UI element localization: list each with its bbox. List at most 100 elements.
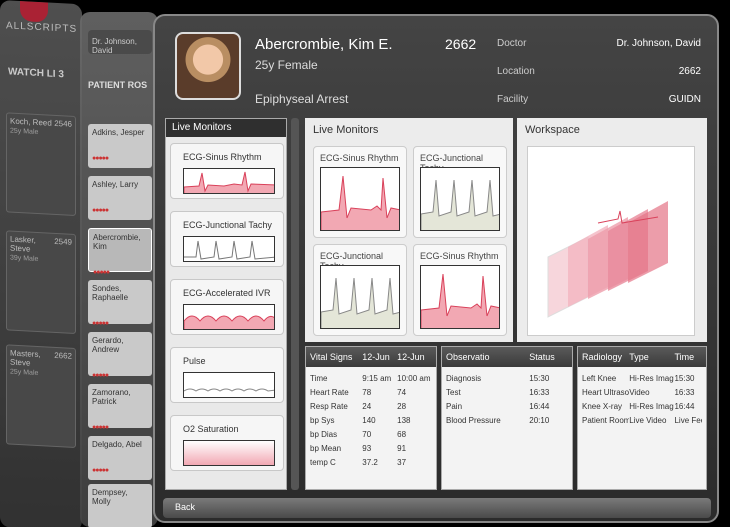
radiology-row[interactable]: Left Knee Hi-Res Image 15:30 (582, 371, 702, 385)
monitor-card[interactable]: ECG-Sinus Rhythm (313, 146, 407, 238)
status-dots-icon: ●●●●● (92, 372, 109, 379)
column-header: Radiology (582, 352, 623, 362)
vital-signs-cell: temp C (310, 457, 336, 467)
roster-card[interactable]: Gerardo, Andrew ●●●●● (88, 332, 152, 379)
monitor-item[interactable]: ECG-Sinus Rhythm (170, 143, 284, 199)
roster-name: Abercrombie, Kim (93, 233, 141, 251)
monitor-item[interactable]: ECG-Accelerated IVR (170, 279, 284, 335)
vital-signs-cell: 93 (362, 443, 372, 453)
monitor-list-scrollbar[interactable] (291, 118, 299, 490)
radiology-cell: Hi-Res Image (629, 401, 675, 411)
monitor-item[interactable]: ECG-Junctional Tachy (170, 211, 284, 267)
vital-signs-cell: 37.2 (362, 457, 378, 467)
observations-table: Observatio Status Diagnosis 15:30 Test 16:3… (441, 346, 573, 490)
roster-card[interactable]: Delgado, Abel ●●●●● (88, 436, 152, 480)
back-button[interactable]: Back (175, 502, 195, 512)
vital-signs-row[interactable]: Time 9:15 am 10:00 am (310, 371, 432, 385)
card-id: 2662 (54, 350, 72, 361)
monitor-item-label: O2 Saturation (183, 424, 239, 434)
watch-list-panel: ALLSCRIPTS WATCH LI 3 Koch, Reed 2546 25y… (0, 0, 82, 527)
vital-signs-row[interactable]: temp C 37.2 37 (310, 455, 432, 469)
radiology-row[interactable]: Heart Ultrasou Video 16:33 (582, 385, 702, 399)
status-dots-icon: ●●●●● (92, 320, 109, 327)
monitor-card-label: ECG-Sinus Rhythm (320, 153, 399, 163)
observation-row[interactable]: Test 16:33 (446, 385, 568, 399)
monitor-card[interactable]: ECG-Junctional Tachy (413, 146, 507, 238)
observations-header: Observatio Status (442, 347, 572, 367)
patient-photo (175, 32, 241, 100)
watch-list-card[interactable]: Lasker, Steve 2549 39y Male (6, 230, 76, 334)
monitor-item-label: ECG-Accelerated IVR (183, 288, 271, 298)
roster-name: Ashley, Larry (92, 180, 139, 189)
vital-signs-cell: 140 (362, 415, 376, 425)
vital-signs-row[interactable]: Resp Rate 24 28 (310, 399, 432, 413)
card-name: Koch, Reed (10, 116, 52, 128)
ecg-waveform-icon (420, 167, 500, 231)
info-label-location: Location (497, 66, 535, 77)
observation-row[interactable]: Blood Pressure 20:10 (446, 413, 568, 427)
roster-card[interactable]: Dempsey, Molly (88, 484, 152, 527)
observation-cell: 16:44 (529, 401, 550, 411)
info-label-facility: Facility (497, 94, 529, 105)
workspace-canvas[interactable] (527, 146, 695, 336)
roster-card[interactable]: Zamorano, Patrick ●●●●● (88, 384, 152, 431)
column-header: Observatio (446, 352, 490, 362)
patient-roster-title: PATIENT ROS (88, 80, 148, 90)
roster-card[interactable]: Ashley, Larry ●●●●● (88, 176, 152, 220)
monitor-item-label: Pulse (183, 356, 206, 366)
radiology-row[interactable]: Knee X-ray Hi-Res Image 16:44 (582, 399, 702, 413)
vital-signs-cell: Resp Rate (310, 401, 348, 411)
observation-row[interactable]: Diagnosis 15:30 (446, 371, 568, 385)
patient-id: 2662 (445, 36, 477, 52)
vital-signs-cell: 68 (397, 429, 407, 439)
vital-signs-header: Vital Signs 12-Jun 12-Jun (306, 347, 436, 367)
patient-age-sex: 25y Female (255, 58, 318, 72)
watch-list-card[interactable]: Koch, Reed 2546 25y Male (6, 112, 76, 216)
ecg-waveform-icon (320, 265, 400, 329)
monitor-card[interactable]: ECG-Sinus Rhythm (413, 244, 507, 336)
radiology-cell: Video (629, 387, 650, 397)
radiology-cell: Left Knee (582, 373, 617, 383)
vital-signs-cell: 91 (397, 443, 407, 453)
watch-list-card[interactable]: Masters, Steve 2662 25y Male (6, 344, 76, 448)
vital-signs-row[interactable]: bp Sys 140 138 (310, 413, 432, 427)
vital-signs-row[interactable]: bp Dias 70 68 (310, 427, 432, 441)
roster-card-selected[interactable]: Abercrombie, Kim ●●●●● (88, 228, 152, 276)
observation-cell: 15:30 (529, 373, 550, 383)
observation-cell: Blood Pressure (446, 415, 501, 425)
roster-name: Gerardo, Andrew (92, 336, 124, 354)
workspace-panel: Workspace (517, 118, 707, 342)
observation-row[interactable]: Pain 16:44 (446, 399, 568, 413)
ecg-waveform-icon (183, 236, 275, 262)
vital-signs-row[interactable]: Heart Rate 78 74 (310, 385, 432, 399)
card-id: 2549 (54, 236, 72, 247)
watch-list-title: WATCH LI 3 (8, 66, 64, 81)
column-header: Vital Signs (310, 352, 353, 362)
vital-signs-cell: bp Dias (310, 429, 338, 439)
ecg-waveform-icon (183, 168, 275, 194)
vital-signs-table: Vital Signs 12-Jun 12-Jun Time 9:15 am 10:… (305, 346, 437, 490)
roster-card[interactable]: Adkins, Jesper ●●●●● (88, 124, 152, 168)
column-header: 12-Jun (362, 352, 390, 362)
monitor-card[interactable]: ECG-Junctional Tachy (313, 244, 407, 336)
stacked-waveforms-icon (547, 201, 668, 318)
vital-signs-cell: 9:15 am (362, 373, 392, 383)
vital-signs-row[interactable]: bp Mean 93 91 (310, 441, 432, 455)
card-sub: 25y Male (10, 127, 39, 137)
roster-name: Delgado, Abel (92, 440, 142, 449)
vital-signs-cell: 24 (362, 401, 372, 411)
roster-name: Dempsey, Molly (92, 488, 128, 506)
radiology-header: Radiology Type Time (578, 347, 706, 367)
monitor-item[interactable]: O2 Saturation (170, 415, 284, 471)
vital-signs-cell: bp Mean (310, 443, 342, 453)
info-value-doctor: Dr. Johnson, David (616, 38, 702, 49)
radiology-row[interactable]: Patient RoomLive Video Live Feed (582, 413, 702, 427)
observation-cell: 16:33 (529, 387, 550, 397)
vital-signs-cell: bp Sys (310, 415, 335, 425)
vital-signs-cell: 37 (397, 457, 407, 467)
vital-signs-cell: 74 (397, 387, 407, 397)
roster-card[interactable]: Sondes, Raphaelle ●●●●● (88, 280, 152, 327)
monitor-item[interactable]: Pulse (170, 347, 284, 403)
monitor-item-label: ECG-Sinus Rhythm (183, 152, 262, 162)
brand-name: ALLSCRIPTS (6, 20, 78, 36)
